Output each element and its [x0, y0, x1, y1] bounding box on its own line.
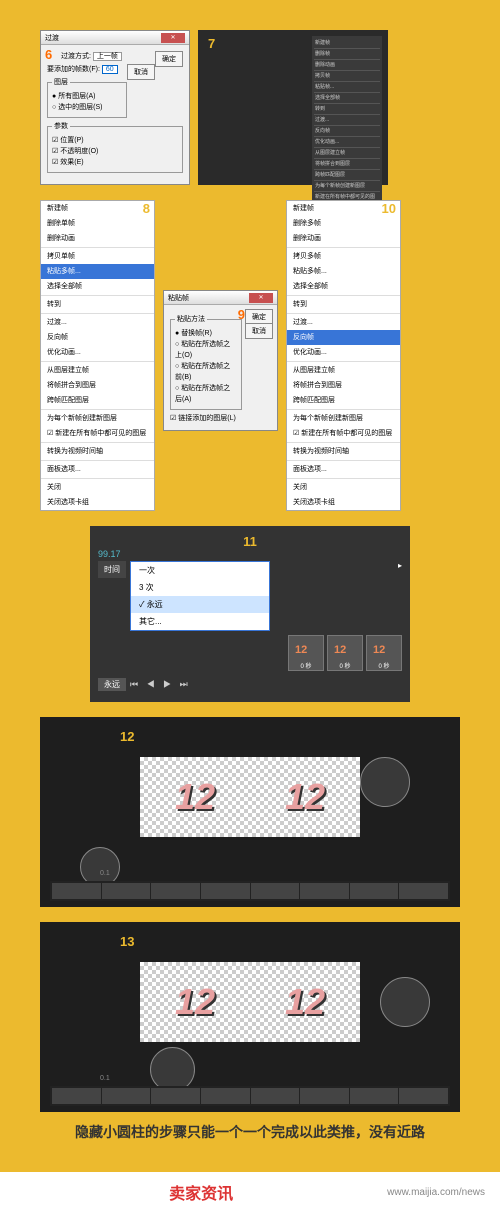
time-header: 时间	[98, 561, 126, 578]
params-fieldset: 参数 位置(P) 不透明度(O) 效果(E)	[47, 121, 183, 173]
step-number-8: 8	[143, 201, 150, 216]
transition-dialog: 过渡 ✕ 6 过渡方式: 上一帧 确定 要添加的帧数(F): 60 取消 图层 …	[40, 30, 190, 185]
method-select[interactable]: 上一帧	[93, 52, 122, 61]
text-12: 12	[175, 981, 215, 1023]
method-label: 过渡方式:	[61, 53, 91, 60]
check-opacity[interactable]: 不透明度(O)	[52, 146, 178, 157]
radio-paste-over[interactable]: 粘贴在所选帧之上(O)	[175, 339, 237, 361]
text-12: 12	[175, 776, 215, 818]
step-number-7: 7	[208, 36, 215, 51]
canvas: 12 12	[140, 962, 360, 1042]
photoshop-screen-12: 12 12 12 0.1	[40, 717, 460, 907]
radio-all-layers[interactable]: 所有图层(A)	[52, 91, 122, 102]
dark-panel-7: 7 新建帧删除帧删除动画 拷贝帧粘贴帧...选择全部帧 转到过渡...反向帧 优…	[198, 30, 388, 185]
close-icon[interactable]: ✕	[161, 33, 185, 43]
caption-text: 隐藏小圆柱的步骤只能一个一个完成以此类推，没有近路	[40, 1112, 460, 1152]
context-menu-10[interactable]: 10 新建帧 删除多帧 删除动画 拷贝多帧 粘贴多帧... 选择全部帧 转到 过…	[286, 200, 401, 511]
paste-dialog: 粘贴帧 ✕ 9 确定 取消 粘贴方法 替换帧(R) 粘贴在所选帧之上(O) 粘贴…	[163, 290, 278, 431]
frame-thumb[interactable]: 120 秒	[327, 635, 363, 671]
radio-replace[interactable]: 替换帧(R)	[175, 328, 237, 339]
step-number-10: 10	[382, 201, 396, 216]
radio-paste-before[interactable]: 粘贴在所选帧之前(B)	[175, 361, 237, 383]
footer-logo: 卖家资讯	[169, 1180, 233, 1204]
cancel-button[interactable]: 取消	[245, 323, 273, 339]
loop-dropdown[interactable]: 一次 3 次 ✓ 永远 其它...	[130, 561, 270, 631]
cancel-button[interactable]: 取消	[127, 64, 155, 80]
hint-circle	[380, 977, 430, 1027]
step-number-9: 9	[238, 307, 245, 322]
frame-thumb[interactable]: 120 秒	[366, 635, 402, 671]
zoom-label: 0.1	[100, 1075, 110, 1082]
check-effect[interactable]: 效果(E)	[52, 157, 178, 168]
play-icon[interactable]: ▸	[398, 561, 402, 570]
playback-controls[interactable]: ⏮ ◀ ▶ ⏭	[126, 675, 195, 694]
context-menu-8[interactable]: 8 新建帧 删除单帧 删除动画 拷贝单帧 粘贴多帧... 选择全部帧 转到 过渡…	[40, 200, 155, 511]
step-number-13: 13	[120, 934, 134, 949]
dialog-title: 过渡	[45, 33, 59, 43]
dialog-titlebar: 过渡 ✕	[41, 31, 189, 45]
text-12: 12	[285, 776, 325, 818]
radio-paste-after[interactable]: 粘贴在所选帧之后(A)	[175, 383, 237, 405]
dialog-title: 粘贴帧	[168, 293, 189, 303]
canvas: 12 12	[140, 757, 360, 837]
layers-fieldset: 图层 所有图层(A) 选中的图层(S)	[47, 77, 127, 118]
frames-input[interactable]: 60	[102, 65, 118, 74]
text-12: 12	[285, 981, 325, 1023]
menu-reverse-frames: 反向帧	[287, 330, 400, 345]
zoom-label: 0.1	[100, 870, 110, 877]
loop-label[interactable]: 永远	[98, 678, 126, 691]
timeline-panel: 11 99.17 时间 一次 3 次 ✓ 永远 其它... ▸ 120 秒 12…	[90, 526, 410, 702]
step-number-12: 12	[120, 729, 134, 744]
check-position[interactable]: 位置(P)	[52, 135, 178, 146]
frames-label: 要添加的帧数(F):	[47, 66, 100, 73]
check-link-layers[interactable]: 链接添加的图层(L)	[170, 413, 271, 424]
footer-url: www.maijia.com/news	[387, 1187, 485, 1198]
step-number-11: 11	[243, 534, 257, 549]
step-number-6: 6	[45, 47, 52, 62]
percent-label: 99.17	[98, 549, 402, 559]
close-icon[interactable]: ✕	[249, 293, 273, 303]
hint-circle	[360, 757, 410, 807]
ok-button[interactable]: 确定	[155, 51, 183, 67]
menu-paste-multi: 粘贴多帧...	[41, 264, 154, 279]
page-footer: 卖家资讯 www.maijia.com/news	[0, 1172, 500, 1212]
radio-selected-layers[interactable]: 选中的图层(S)	[52, 102, 122, 113]
photoshop-screen-13: 13 12 12 0.1	[40, 922, 460, 1112]
frame-thumb[interactable]: 120 秒	[288, 635, 324, 671]
